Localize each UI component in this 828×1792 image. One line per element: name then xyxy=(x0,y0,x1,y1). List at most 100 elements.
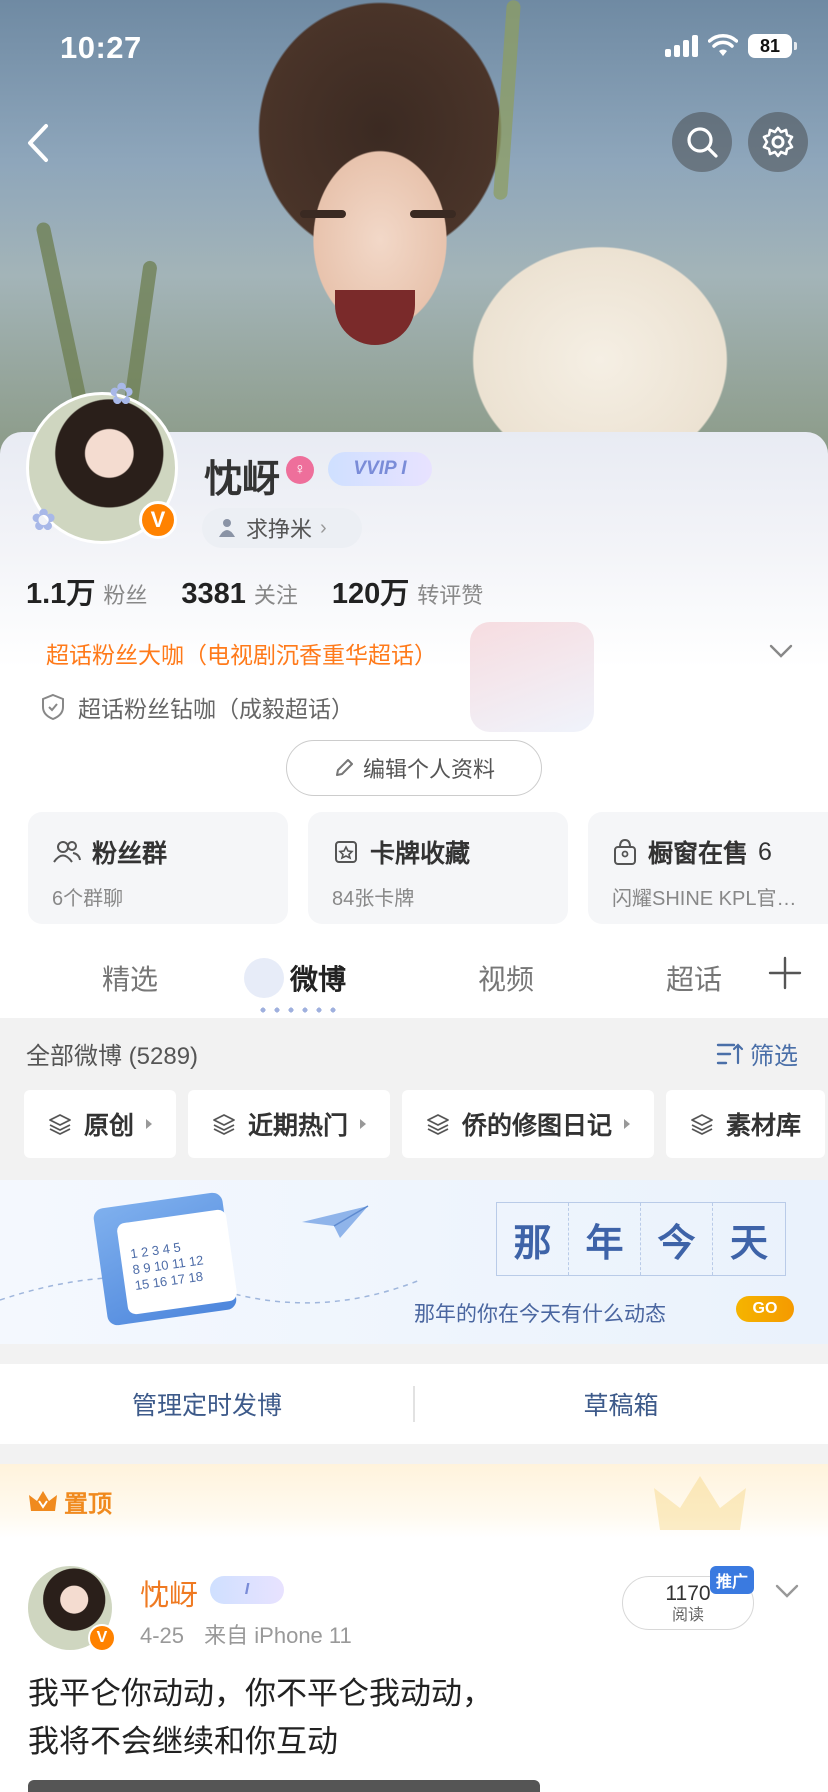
chip-label: 近期热门 xyxy=(248,1112,349,1140)
earn-money-label: 求挣米 xyxy=(246,517,313,542)
stat-label: 粉丝 xyxy=(103,583,148,608)
add-tab-button[interactable] xyxy=(764,952,806,994)
chip-label: 侨的修图日记 xyxy=(462,1112,613,1140)
post-vip-badge: I xyxy=(210,1576,284,1604)
chip-photo-diary[interactable]: 侨的修图日记 xyxy=(402,1090,655,1158)
card-title: 粉丝群 xyxy=(92,840,168,868)
super-fan-title[interactable]: 超话粉丝大咖（电视剧沉香重华超话） xyxy=(46,636,437,670)
bow-decoration-icon: ✿ xyxy=(31,504,57,537)
scheduled-posts-button[interactable]: 管理定时发博 xyxy=(0,1386,414,1422)
wifi-icon xyxy=(708,34,738,56)
bow-decoration-icon: ✿ xyxy=(109,378,135,411)
mascot-decoration xyxy=(244,958,284,998)
chevron-down-icon xyxy=(769,644,793,658)
crown-icon xyxy=(29,1490,57,1511)
group-icon xyxy=(53,841,81,863)
read-label: 阅读 xyxy=(671,1607,704,1624)
shop-bag-icon xyxy=(614,838,636,865)
post-date: 4-25 xyxy=(140,1623,185,1648)
tab-weibo[interactable]: 微博 xyxy=(290,958,346,998)
edit-profile-button[interactable]: 编辑个人资料 xyxy=(286,740,542,796)
layers-icon xyxy=(213,1114,235,1135)
filter-button[interactable]: 筛选 xyxy=(716,1036,798,1071)
post-author-name[interactable]: 忱岈 xyxy=(140,1572,198,1614)
post-meta: 4-25 来自 iPhone 11 xyxy=(140,1618,366,1650)
profile-tabs: 精选 微博 视频 超话 xyxy=(0,940,828,1018)
layers-icon xyxy=(691,1114,713,1135)
expand-button[interactable] xyxy=(766,636,796,666)
post-more-button[interactable] xyxy=(772,1576,802,1606)
manage-row: 管理定时发博 草稿箱 xyxy=(0,1364,828,1444)
profile-screen: 10:27 81 ✿ ✿ V 忱岈 ♀ VVIP I 求挣米 › 1.1万 粉丝… xyxy=(0,0,828,1792)
plus-icon xyxy=(768,956,802,990)
card-subtitle: 闪耀SHINE KPL官… xyxy=(612,888,797,910)
promote-badge[interactable]: 推广 xyxy=(710,1566,755,1594)
banner-title: 那 年 今 天 xyxy=(496,1202,786,1276)
stat-label: 关注 xyxy=(253,583,298,608)
status-bar: 10:27 81 xyxy=(0,0,828,96)
fan-badge-decoration xyxy=(470,622,594,732)
card-subtitle: 6个群聊 xyxy=(52,888,124,910)
tab-featured[interactable]: 精选 xyxy=(102,958,158,998)
stat-label: 转评赞 xyxy=(417,583,484,608)
settings-button[interactable] xyxy=(748,112,808,172)
banner-title-char: 那 xyxy=(497,1203,569,1275)
stat-interactions[interactable]: 120万 转评赞 xyxy=(332,570,483,612)
pinned-label: 置顶 xyxy=(28,1484,112,1519)
active-tab-indicator xyxy=(256,1006,336,1014)
female-gender-icon: ♀ xyxy=(286,456,314,484)
paper-plane-icon xyxy=(302,1205,369,1238)
edit-profile-label: 编辑个人资料 xyxy=(362,757,495,782)
filter-label: 筛选 xyxy=(750,1043,798,1070)
crown-decoration-icon xyxy=(654,1476,746,1530)
chip-label: 原创 xyxy=(84,1112,135,1140)
stat-value: 120万 xyxy=(331,578,410,610)
shield-icon xyxy=(42,693,64,721)
battery-indicator: 81 xyxy=(748,34,797,58)
card-fan-group[interactable]: 粉丝群 6个群聊 xyxy=(28,812,288,924)
tab-video[interactable]: 视频 xyxy=(478,958,534,998)
card-shop-window[interactable]: 橱窗在售 6 闪耀SHINE KPL官… xyxy=(588,812,828,924)
banner-title-char: 年 xyxy=(569,1203,641,1275)
post-content[interactable]: 我平仑你动动，你不平仑我动动， 我将不会继续和你互动 xyxy=(28,1670,493,1766)
banner-title-char: 天 xyxy=(729,1219,768,1265)
pinned-label-text: 置顶 xyxy=(64,1491,112,1518)
chip-original[interactable]: 原创 xyxy=(24,1090,177,1158)
chip-materials[interactable]: 素材库 xyxy=(666,1090,826,1158)
post-image[interactable] xyxy=(28,1780,540,1792)
filter-icon xyxy=(716,1042,744,1064)
search-icon xyxy=(687,127,718,158)
go-button[interactable]: GO xyxy=(736,1296,794,1322)
chevron-right-icon: › xyxy=(320,516,327,539)
vip-badge[interactable]: VVIP I xyxy=(328,452,432,486)
drafts-button[interactable]: 草稿箱 xyxy=(414,1386,828,1422)
layers-icon xyxy=(49,1114,71,1135)
feature-cards: 粉丝群 6个群聊 卡牌收藏 84张卡牌 橱窗在售 6 闪耀SHINE KPL官… xyxy=(28,812,828,924)
layers-icon xyxy=(427,1114,449,1135)
search-button[interactable] xyxy=(672,112,732,172)
card-title: 橱窗在售 xyxy=(648,840,749,868)
back-button[interactable] xyxy=(18,118,58,168)
post-avatar[interactable]: V xyxy=(28,1566,116,1652)
banner-title-char: 今 xyxy=(641,1203,713,1275)
all-posts-count: 全部微博 (5289) xyxy=(26,1043,199,1070)
stat-followers[interactable]: 1.1万 粉丝 xyxy=(26,570,147,612)
card-subtitle: 84张卡牌 xyxy=(332,888,415,910)
earn-money-button[interactable]: 求挣米 › xyxy=(202,508,362,548)
super-fan-subtitle[interactable]: 超话粉丝钻咖（成毅超话） xyxy=(40,690,354,724)
post-text-line: 我平仑你动动，你不平仑我动动， xyxy=(28,1676,493,1711)
tab-super-topic[interactable]: 超话 xyxy=(666,958,722,998)
stat-following[interactable]: 3381 关注 xyxy=(181,578,298,611)
card-icon xyxy=(335,841,357,863)
profile-name: 忱岈 xyxy=(204,459,281,501)
avatar[interactable]: ✿ ✿ V xyxy=(26,378,178,544)
chip-recent-hot[interactable]: 近期热门 xyxy=(188,1090,391,1158)
post-source: 来自 iPhone 11 xyxy=(204,1623,352,1648)
banner-subtitle: 那年的你在今天有什么动态 xyxy=(414,1302,666,1326)
chip-label: 素材库 xyxy=(726,1112,802,1140)
post-text-line: 我将不会继续和你互动 xyxy=(28,1724,338,1759)
stat-value: 3381 xyxy=(181,578,246,610)
cellular-signal-icon xyxy=(665,35,698,57)
card-card-collection[interactable]: 卡牌收藏 84张卡牌 xyxy=(308,812,568,924)
pencil-icon xyxy=(335,759,353,776)
